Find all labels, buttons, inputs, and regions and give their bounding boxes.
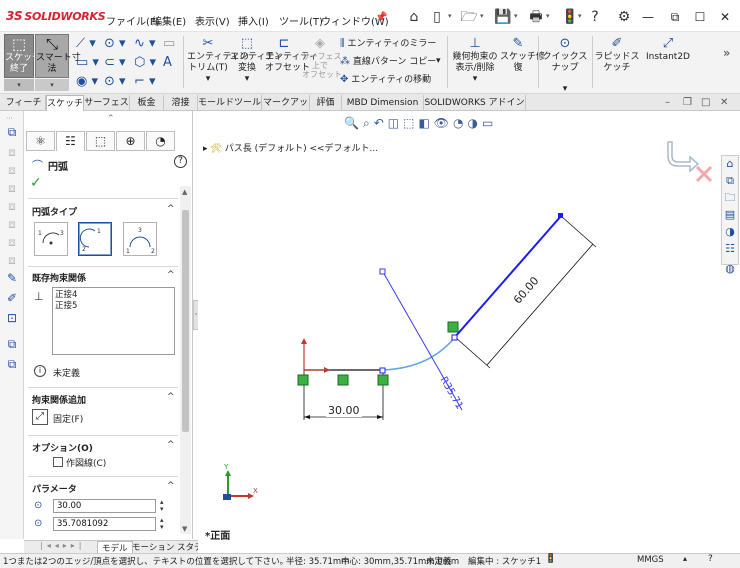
arc-endpoint — [379, 367, 386, 374]
status-radius: 半径: 35.71mm — [286, 557, 350, 567]
arc-center-point — [379, 268, 386, 275]
svg-text:Y: Y — [223, 463, 229, 471]
home-icon[interactable]: ⌂ — [723, 157, 737, 171]
relation-badge — [447, 321, 459, 333]
status-editing: 編集中 : スケッチ1 — [468, 557, 542, 567]
arc-endpoint — [451, 334, 458, 341]
sketch-line-diagonal — [454, 215, 562, 338]
triad-z — [223, 494, 231, 500]
relation-badge — [337, 374, 349, 386]
dimension-30-label[interactable]: 30.00 — [326, 404, 362, 417]
cancel-sketch-icon — [695, 165, 713, 183]
globe-icon[interactable]: ◍ — [723, 262, 737, 276]
confirmation-corner[interactable] — [667, 141, 713, 183]
library-icon[interactable]: ⧉ — [723, 174, 737, 188]
units-selector[interactable]: MMGS — [637, 555, 664, 565]
folder-icon[interactable]: 🗀 — [723, 191, 737, 205]
file-explorer-icon[interactable]: ▤ — [723, 208, 737, 222]
line-endpoint — [558, 213, 563, 218]
help-status-icon[interactable]: ? — [708, 554, 713, 564]
dimension-line-60 — [486, 243, 594, 366]
svg-text:X: X — [253, 487, 258, 495]
view-label: *正面 — [205, 531, 231, 542]
status-hint: 1つまたは2つのエッジ/頂点を選択し、テキストの位置を選択して下さい。 — [3, 557, 289, 567]
appearances-icon[interactable]: ◑ — [723, 225, 737, 239]
status-state: 未定義 — [426, 557, 452, 567]
relation-badge — [377, 374, 389, 386]
sketch-canvas: Y X — [223, 141, 713, 500]
rebuild-status-icon[interactable]: 🚦 — [545, 554, 556, 564]
properties-icon[interactable]: ☷ — [723, 242, 737, 256]
chevron-up-icon[interactable]: ▴ — [683, 554, 687, 563]
sketch-arc — [382, 336, 456, 371]
relation-badge — [297, 374, 309, 386]
